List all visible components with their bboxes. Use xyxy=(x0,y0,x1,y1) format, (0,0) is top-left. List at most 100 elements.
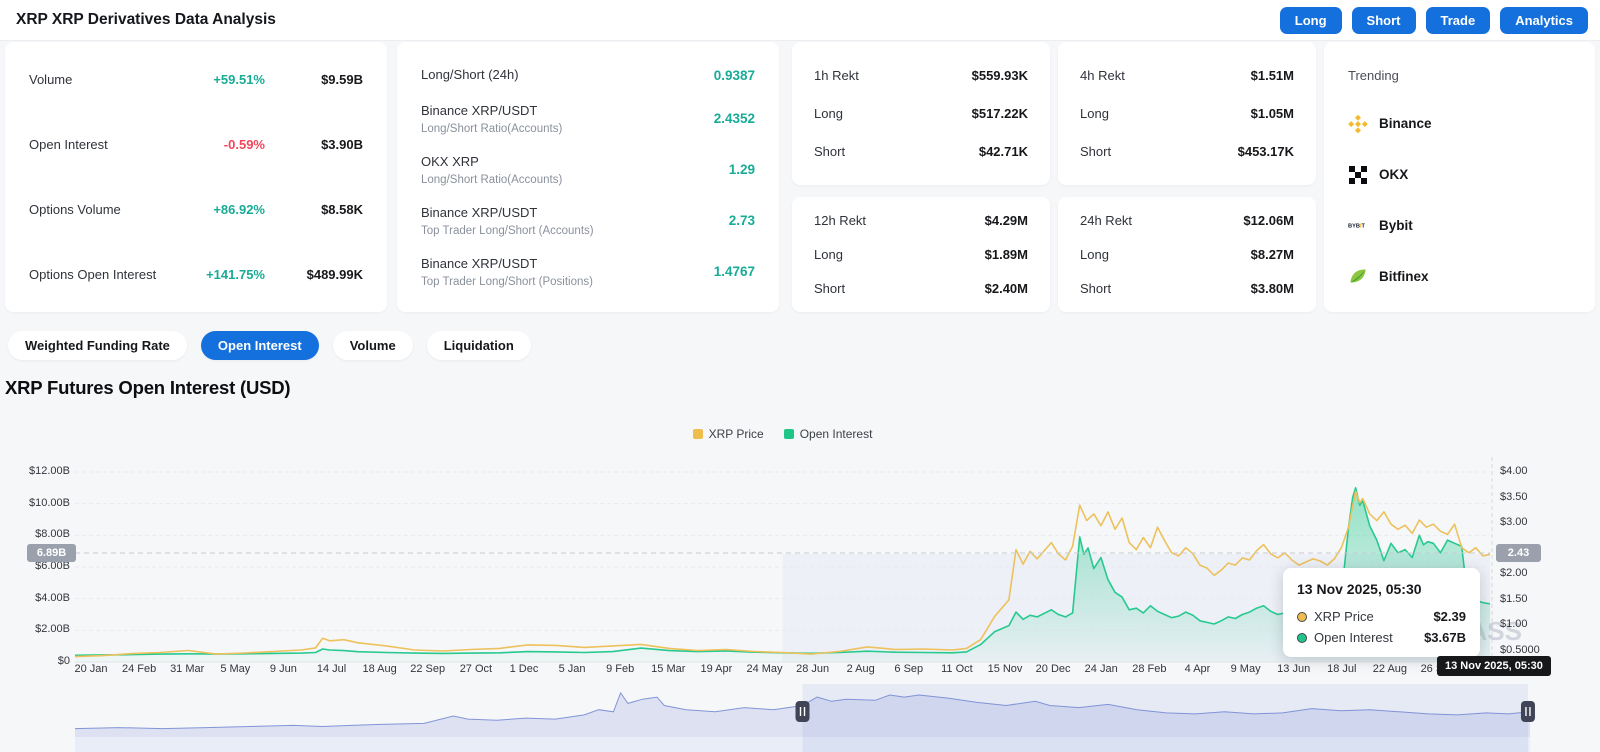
long-button[interactable]: Long xyxy=(1279,6,1342,34)
rekt-long-value: $517.22K xyxy=(971,106,1028,121)
tooltip-label: XRP Price xyxy=(1314,609,1374,624)
chart-legend: XRP Price Open Interest xyxy=(0,427,1565,441)
navigator-selection[interactable] xyxy=(802,684,1528,752)
rekt-short-value: $453.17K xyxy=(1237,144,1294,159)
x-axis-label: 15 Nov xyxy=(987,663,1023,675)
ratio-value: 2.4352 xyxy=(713,111,755,126)
bitfinex-icon xyxy=(1348,266,1368,286)
stat-value: $8.58K xyxy=(321,202,363,217)
x-axis-label: 28 Jun xyxy=(796,663,830,675)
stat-change: +86.92% xyxy=(213,202,265,217)
tab-weighted-funding-rate[interactable]: Weighted Funding Rate xyxy=(8,331,187,360)
x-axis-label: 1 Dec xyxy=(509,663,539,675)
short-button[interactable]: Short xyxy=(1351,6,1416,34)
trending-item-okx[interactable]: OKX xyxy=(1348,165,1571,185)
rekt-total: $1.51M xyxy=(1250,68,1294,83)
left-axis-tick: $4.00B xyxy=(35,591,70,604)
ratio-title: OKX XRP xyxy=(421,154,479,169)
tab-open-interest[interactable]: Open Interest xyxy=(200,331,319,360)
stat-row-open-interest: Open Interest -0.59% $3.90B xyxy=(29,137,363,152)
x-axis-label: 24 Jan xyxy=(1084,663,1118,675)
chart-tooltip: 13 Nov 2025, 05:30 XRP Price $2.39 Open … xyxy=(1283,568,1480,657)
rekt-total: $559.93K xyxy=(971,68,1028,83)
x-axis-label: 22 Aug xyxy=(1372,663,1408,675)
x-axis-label: 9 May xyxy=(1230,663,1261,675)
right-axis-tick: $3.00 xyxy=(1500,516,1528,529)
left-axis-tick: $12.00B xyxy=(29,465,70,477)
rekt-4h-card: 4h Rekt $1.51M Long $1.05M Short $453.17K xyxy=(1058,42,1316,185)
trending-item-bybit[interactable]: BYBIT Bybit xyxy=(1348,215,1571,235)
exchange-name: Bitfinex xyxy=(1379,268,1429,284)
ratio-title: Binance XRP/USDT xyxy=(421,205,538,220)
x-axis-label: 24 May xyxy=(746,663,783,675)
tooltip-timestamp: 13 Nov 2025, 05:30 xyxy=(1297,581,1422,597)
trade-button[interactable]: Trade xyxy=(1425,6,1491,34)
rekt-24h-card: 24h Rekt $12.06M Long $8.27M Short $3.80M xyxy=(1058,197,1316,312)
stats-card: Volume +59.51% $9.59B Open Interest -0.5… xyxy=(5,42,387,312)
tab-volume[interactable]: Volume xyxy=(332,331,413,360)
chart-title: XRP Futures Open Interest (USD) xyxy=(5,377,291,398)
rekt-short-value: $2.40M xyxy=(984,281,1028,296)
trending-item-binance[interactable]: Binance xyxy=(1348,114,1571,134)
x-axis-label: 5 Jan xyxy=(558,663,586,675)
x-axis-label: 20 Jan xyxy=(74,663,108,675)
rekt-long-value: $8.27M xyxy=(1250,247,1294,262)
stat-label: Volume xyxy=(29,72,73,87)
x-axis-label: 20 Dec xyxy=(1035,663,1071,675)
okx-icon xyxy=(1348,165,1368,185)
tab-liquidation[interactable]: Liquidation xyxy=(426,331,531,360)
ratio-row: OKX XRP Long/Short Ratio(Accounts) 1.29 xyxy=(421,153,755,186)
right-axis-tick: $4.00 xyxy=(1500,465,1528,477)
derivatives-dashboard: XRP XRP Derivatives Data Analysis Long S… xyxy=(0,0,1600,752)
ratio-value: 1.4767 xyxy=(713,264,755,279)
exchange-name: Binance xyxy=(1379,116,1432,132)
stat-value: $489.99K xyxy=(306,267,363,282)
legend-label: Open Interest xyxy=(799,427,873,441)
long-short-ratio-card: Long/Short (24h) 0.9387 Binance XRP/USDT… xyxy=(397,42,779,312)
legend-xrp-price[interactable]: XRP Price xyxy=(692,427,764,441)
stat-label: Open Interest xyxy=(29,137,108,152)
left-axis-crosshair-badge: 6.89B xyxy=(27,544,76,562)
rekt-period: 4h Rekt xyxy=(1080,68,1125,83)
x-axis-label: 24 Feb xyxy=(121,663,157,675)
rekt-period: 12h Rekt xyxy=(814,213,867,228)
stat-label: Options Volume xyxy=(29,202,121,217)
tooltip-row-open-interest: Open Interest $3.67B xyxy=(1297,630,1466,645)
ratio-row: Binance XRP/USDT Top Trader Long/Short (… xyxy=(421,255,755,288)
ratio-row: Long/Short (24h) 0.9387 xyxy=(421,66,755,84)
binance-icon xyxy=(1348,114,1368,134)
page-title: XRP XRP Derivatives Data Analysis xyxy=(16,11,276,28)
right-axis-tick: $1.00 xyxy=(1500,618,1528,631)
trending-item-bitfinex[interactable]: Bitfinex xyxy=(1348,266,1571,286)
legend-open-interest[interactable]: Open Interest xyxy=(783,427,873,441)
exchange-name: Bybit xyxy=(1379,217,1413,233)
analytics-button[interactable]: Analytics xyxy=(1500,6,1588,34)
x-axis-label: 9 Feb xyxy=(606,663,635,675)
left-axis-tick: $0 xyxy=(57,655,70,667)
navigator-handle-right[interactable] xyxy=(1520,701,1535,722)
x-axis-label: 6 Sep xyxy=(894,663,924,675)
x-axis-label: 14 Jul xyxy=(316,663,347,675)
bybit-icon: BYBIT xyxy=(1348,215,1368,235)
ratio-title: Binance XRP/USDT xyxy=(421,103,538,118)
xrp-price-swatch xyxy=(692,429,703,439)
rekt-long-label: Long xyxy=(1080,247,1109,262)
x-axis-label: 11 Oct xyxy=(941,663,973,675)
navigator-handle-left[interactable] xyxy=(795,701,810,722)
stat-row-options-open-interest: Options Open Interest +141.75% $489.99K xyxy=(29,267,363,282)
ratio-subtitle: Top Trader Long/Short (Positions) xyxy=(421,276,593,288)
tooltip-row-xrp-price: XRP Price $2.39 xyxy=(1297,609,1466,624)
trending-title: Trending xyxy=(1348,68,1399,83)
rekt-period: 1h Rekt xyxy=(814,68,859,83)
chart-tabs: Weighted Funding Rate Open Interest Volu… xyxy=(8,331,531,360)
legend-label: XRP Price xyxy=(708,427,764,441)
stat-row-volume: Volume +59.51% $9.59B xyxy=(29,72,363,87)
ratio-value: 1.29 xyxy=(728,162,755,177)
stat-change: -0.59% xyxy=(223,137,265,152)
x-axis-label: 4 Apr xyxy=(1184,663,1211,675)
ratio-row: Binance XRP/USDT Top Trader Long/Short (… xyxy=(421,204,755,237)
stat-change: +141.75% xyxy=(206,267,265,282)
x-axis-label: 18 Aug xyxy=(362,663,397,675)
rekt-total: $4.29M xyxy=(984,213,1028,228)
navigator-time-badge: 13 Nov 2025, 05:30 xyxy=(1437,656,1551,676)
